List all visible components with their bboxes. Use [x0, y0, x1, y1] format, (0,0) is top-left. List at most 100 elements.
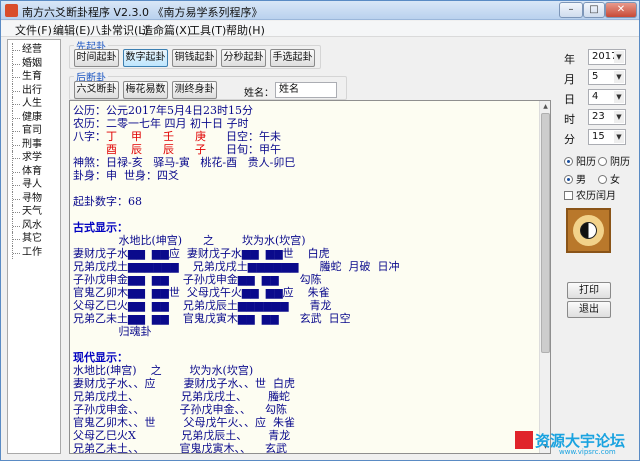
tree-item[interactable]: 寻人 — [8, 178, 60, 192]
radio-dot — [564, 175, 573, 184]
gushi-line: 官鬼乙卯木▆▆ ▆▆世 父母戊午火▆▆ ▆▆应 朱雀 — [73, 286, 330, 299]
xiandai-line: 妻财戊子水、、应 妻财戊子水、、世 白虎 — [73, 377, 295, 390]
menu-tools[interactable]: 工具(T) — [189, 22, 226, 38]
lunar-label: 阴历 — [610, 157, 630, 168]
gushi-heading: 古式显示： — [73, 221, 128, 234]
time-qigua-button[interactable]: 时间起卦 — [74, 49, 119, 67]
tree-item[interactable]: 官司 — [8, 124, 60, 138]
tree-item[interactable]: 婚姻 — [8, 56, 60, 71]
category-tree[interactable]: 经营 婚姻 生育 出行 人生 健康 官司 刑事 求学 体育 寻人 寻物 天气 风… — [7, 39, 61, 454]
xiandai-title: 水地比(坤宫) 之 坎为水(坎宫) — [73, 364, 254, 377]
year-select[interactable]: 2017 ▼ — [588, 49, 626, 65]
exit-button[interactable]: 退出 — [567, 301, 611, 318]
xiandai-line: 子孙戊申金、、 子孙戊申金、、 勾陈 — [73, 403, 287, 416]
menu-file[interactable]: 文件(F) — [15, 22, 52, 38]
xiandai-heading: 现代显示： — [73, 351, 128, 364]
gushi-line: 兄弟戊戌土▆▆▆▆▆▆ 兄弟戊戌土▆▆▆▆▆▆ 螣蛇 月破 日冲 — [73, 260, 400, 273]
gushi-line: 父母乙巳火▆▆ ▆▆ 兄弟戊辰土▆▆▆▆▆▆ 青龙 — [73, 299, 332, 312]
number-qigua-button[interactable]: 数字起卦 — [123, 49, 168, 67]
xiandai-line: 兄弟乙未土、、 官鬼戊寅木、、 玄武 — [73, 442, 287, 454]
menu-zaoming[interactable]: 造命篇(X) — [142, 22, 191, 38]
tree-item[interactable]: 体育 — [8, 164, 60, 179]
hour-select[interactable]: 23 ▼ — [588, 109, 626, 125]
radio-dot — [598, 175, 607, 184]
chevron-down-icon: ▼ — [614, 91, 624, 103]
title-bar: 南方六爻断卦程序 V2.3.0 《南方易学系列程序》 – □ ✕ — [1, 1, 639, 20]
chevron-down-icon: ▼ — [614, 131, 624, 143]
rikong-text: 日空：午未 — [226, 130, 281, 143]
menu-help[interactable]: 帮助(H) — [226, 22, 265, 38]
bazi-zhi-1: 酉 — [106, 143, 117, 156]
male-radio[interactable]: 男 — [564, 171, 586, 186]
lunar-radio[interactable]: 阴历 — [598, 153, 630, 168]
result-textarea[interactable]: 公历：公元2017年5月4日23时15分 农历：二零一七年 四月 初十日 子时 … — [69, 100, 551, 454]
tree-item[interactable]: 人生 — [8, 97, 60, 111]
tree-item[interactable]: 风水 — [8, 218, 60, 233]
guashen-line: 卦身：申 世身：四爻 — [73, 169, 179, 182]
female-label: 女 — [610, 175, 620, 186]
liuyao-button[interactable]: 六爻断卦 — [74, 81, 119, 99]
scroll-up-icon[interactable]: ▲ — [541, 102, 550, 112]
bazi-zhi-4: 子 — [195, 143, 206, 156]
tree-item[interactable]: 健康 — [8, 110, 60, 125]
solar-radio[interactable]: 阳历 — [564, 153, 596, 168]
tree-item[interactable]: 生育 — [8, 70, 60, 84]
leap-month-checkbox[interactable]: 农历闰月 — [564, 187, 616, 202]
maximize-button[interactable]: □ — [583, 2, 605, 18]
gushi-line: 子孙戊申金▆▆ ▆▆ 子孙戊申金▆▆ ▆▆ 勾陈 — [73, 273, 322, 286]
watermark-badge-icon — [515, 431, 533, 449]
second-qigua-button[interactable]: 分秒起卦 — [221, 49, 266, 67]
bazi-gan-2: 甲 — [131, 130, 142, 143]
chevron-down-icon: ▼ — [614, 111, 624, 123]
bazi-gan-4: 庚 — [195, 130, 206, 143]
tree-item[interactable]: 刑事 — [8, 137, 60, 152]
bagua-taiji-icon — [566, 208, 611, 253]
tree-item[interactable]: 工作 — [8, 245, 60, 260]
window-title: 南方六爻断卦程序 V2.3.0 《南方易学系列程序》 — [22, 6, 263, 19]
tree-item[interactable]: 出行 — [8, 83, 60, 98]
month-value: 5 — [592, 71, 599, 82]
month-label: 月 — [564, 73, 575, 86]
minute-select[interactable]: 15 ▼ — [588, 129, 626, 145]
bazi-gan-1: 丁 — [106, 130, 117, 143]
gushi-line: 妻财戊子水▆▆ ▆▆应 妻财戊子水▆▆ ▆▆世 白虎 — [73, 247, 330, 260]
tree-item[interactable]: 寻物 — [8, 191, 60, 206]
tree-item[interactable]: 求学 — [8, 151, 60, 165]
minute-value: 15 — [592, 131, 605, 142]
watermark-url: www.vipsrc.com — [559, 448, 616, 456]
menu-edit[interactable]: 编辑(E) — [53, 22, 91, 38]
bazi-zhi-3: 辰 — [163, 143, 174, 156]
yinyang-icon — [580, 222, 597, 239]
nongli-line: 农历：二零一七年 四月 初十日 子时 — [73, 117, 249, 130]
radio-dot — [598, 157, 607, 166]
zhongshen-button[interactable]: 测终身卦 — [172, 81, 217, 99]
chevron-down-icon: ▼ — [614, 71, 624, 83]
scroll-thumb[interactable] — [541, 113, 550, 353]
minimize-button[interactable]: – — [559, 2, 583, 18]
result-scrollbar[interactable]: ▲ ▼ — [539, 101, 550, 453]
tree-item[interactable]: 天气 — [8, 205, 60, 219]
female-radio[interactable]: 女 — [598, 171, 620, 186]
name-input[interactable]: 姓名 — [275, 82, 337, 98]
close-button[interactable]: ✕ — [605, 2, 637, 18]
hour-label: 时 — [564, 113, 575, 126]
bazi-gan-3: 壬 — [163, 130, 174, 143]
meihua-button[interactable]: 梅花易数 — [123, 81, 168, 99]
gushi-line: 兄弟乙未土▆▆ ▆▆ 官鬼戊寅木▆▆ ▆▆ 玄武 日空 — [73, 312, 351, 325]
print-button[interactable]: 打印 — [567, 282, 611, 299]
month-select[interactable]: 5 ▼ — [588, 69, 626, 85]
bazi-label: 八字： — [73, 130, 106, 143]
hour-value: 23 — [592, 111, 605, 122]
solar-label: 阳历 — [576, 157, 596, 168]
shensha-line: 神煞：日禄-亥 驿马-寅 桃花-酉 贵人-卯巳 — [73, 156, 296, 169]
gushi-title: 水地比(坤宫) 之 坎为水(坎宫) — [73, 234, 306, 247]
day-select[interactable]: 4 ▼ — [588, 89, 626, 105]
manual-qigua-button[interactable]: 手选起卦 — [270, 49, 315, 67]
tree-item[interactable]: 其它 — [8, 232, 60, 246]
coin-qigua-button[interactable]: 铜钱起卦 — [172, 49, 217, 67]
name-label: 姓名： — [244, 88, 274, 99]
menu-bar: 文件(F) 编辑(E) 八卦常识(L) 造命篇(X) 工具(T) 帮助(H) — [1, 21, 639, 37]
gongli-line: 公历：公元2017年5月4日23时15分 — [73, 104, 253, 117]
tree-item[interactable]: 经营 — [8, 43, 60, 57]
menu-bagua[interactable]: 八卦常识(L) — [90, 22, 149, 38]
